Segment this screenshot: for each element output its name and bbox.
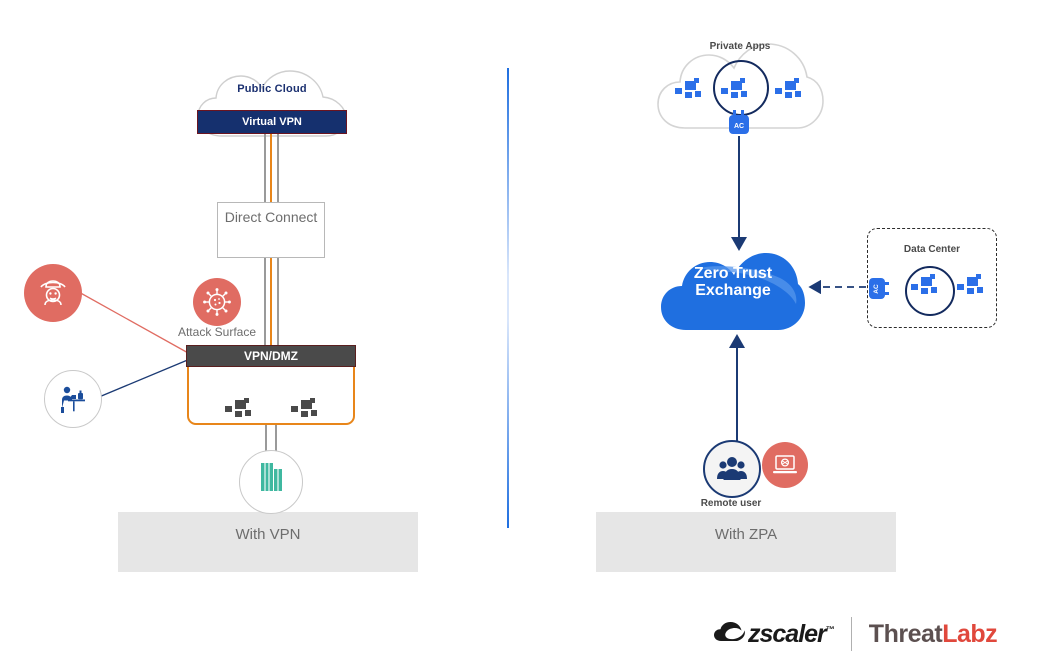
direct-connect-label: Direct Connect [224,209,318,225]
hq-icon [239,450,303,514]
public-cloud-label: Public Cloud [237,83,307,95]
attack-surface-icon [193,278,241,326]
zero-trust-exchange-label: Zero Trust Exchange [660,265,806,299]
caption-with-zpa-label: With ZPA [714,526,778,543]
app-node-icon [911,274,937,294]
app-node-icon [675,78,701,98]
panel-divider [507,68,509,528]
app-node-icon [775,78,801,98]
remote-worker-desk-icon [61,386,85,413]
caption-with-zpa: With ZPA [596,512,896,572]
caption-with-vpn-label: With VPN [235,526,301,543]
threatlabz-wordmark: ThreatLabz [868,619,998,649]
user-group-icon [717,457,747,480]
logo-divider [850,617,852,651]
zte-line2: Exchange [695,282,771,299]
svg-text:AC: AC [873,284,880,294]
attacker-icon [24,264,82,322]
caption-with-vpn: With VPN [118,512,418,572]
app-node-icon [957,274,983,294]
zscaler-wordmark: zscaler™ [748,619,835,648]
private-app-highlight-circle [713,60,769,116]
virtual-vpn-label: Virtual VPN [242,116,302,128]
vpn-dmz-label: VPN/DMZ [244,349,298,363]
virus-icon [203,288,231,316]
server-stack-icon [291,398,317,417]
hacker-icon [40,280,66,306]
vpn-dmz-header: VPN/DMZ [186,345,356,367]
zte-line1: Zero Trust [693,265,773,282]
footer-logos: zscaler™ ThreatLabz [714,612,1014,656]
direct-connect-box: Direct Connect [217,202,325,258]
dmz-server-icons [187,396,355,420]
server-stack-icon [225,398,251,417]
virtual-vpn-bar: Virtual VPN [197,110,347,134]
attack-surface-label: Attack Surface [177,325,257,339]
remote-worker-icon [44,370,102,428]
svg-text:AC: AC [734,123,744,130]
threat-laptop-icon [762,442,808,488]
zscaler-cloud-icon [714,622,745,641]
compromised-laptop-icon [773,455,797,474]
remote-user-label: Remote user [700,498,762,509]
remote-user-icon [703,440,761,498]
threatlabz-threat: Threat [868,619,943,648]
app-connector-plug-icon: AC [729,110,749,134]
office-buildings-icon [261,463,282,491]
threatlabz-labz: Labz [942,619,998,648]
diagram-canvas: Public Cloud Virtual VPN Direct Connect [0,0,1049,668]
app-connector-plug-icon: AC [869,278,889,299]
zscaler-trademark: ™ [825,624,835,635]
zscaler-logo: zscaler™ [714,619,835,649]
